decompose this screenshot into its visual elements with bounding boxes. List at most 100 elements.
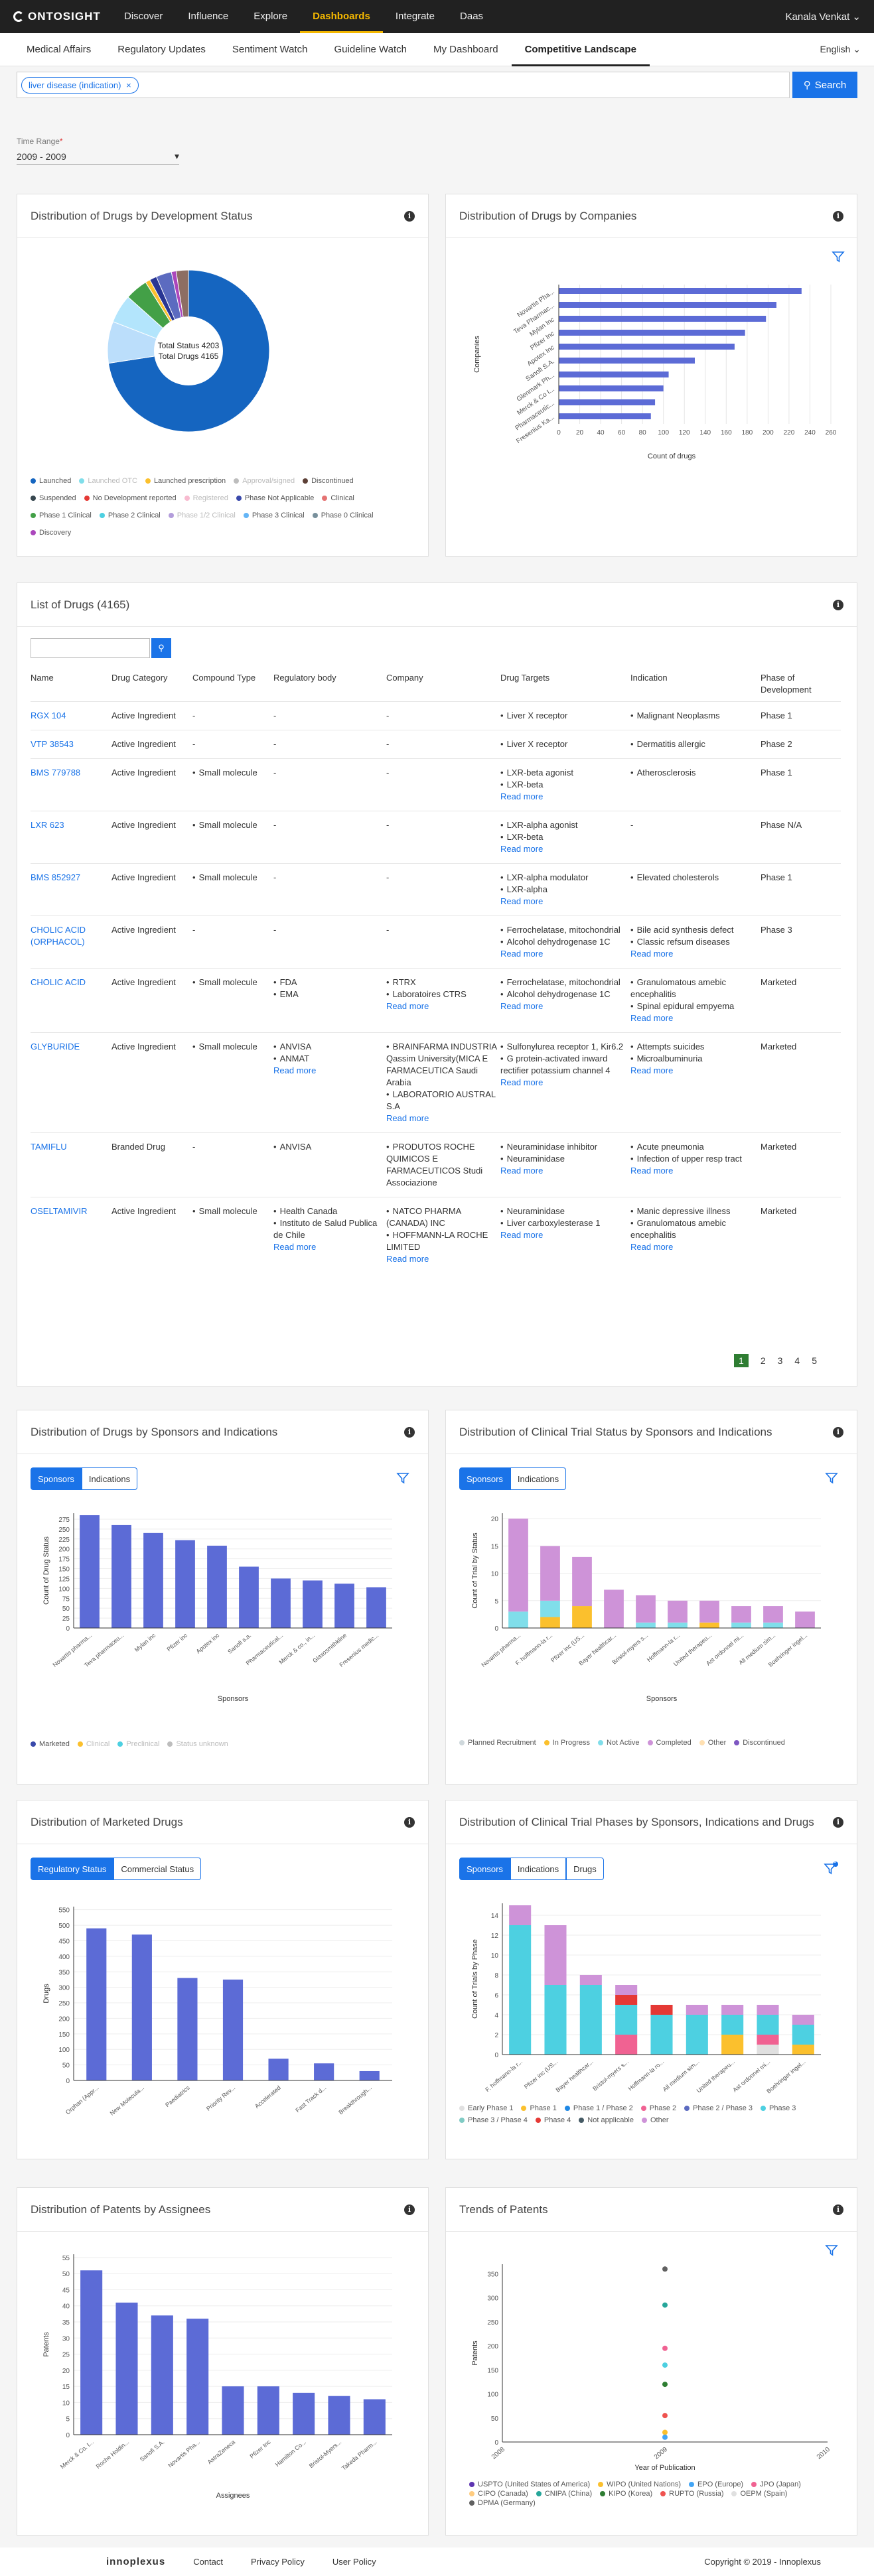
legend-item[interactable]: Completed: [647, 1734, 692, 1751]
bar-segment[interactable]: [731, 1622, 751, 1628]
bar-segment[interactable]: [572, 1556, 592, 1607]
tab-guideline-watch[interactable]: Guideline Watch: [321, 33, 421, 66]
read-more-link[interactable]: Read more: [500, 1077, 630, 1089]
bar-segment[interactable]: [509, 1925, 532, 2055]
bar-segment[interactable]: [615, 1985, 638, 1995]
scatter-point[interactable]: [662, 2429, 668, 2435]
bar[interactable]: [334, 1584, 354, 1628]
tab-indications[interactable]: Indications: [510, 1858, 567, 1880]
bar[interactable]: [559, 413, 651, 419]
bar[interactable]: [257, 2386, 279, 2435]
legend-item[interactable]: Phase Not Applicable: [236, 490, 314, 507]
bar-segment[interactable]: [544, 1925, 567, 1985]
bar[interactable]: [222, 1979, 244, 2080]
bar-segment[interactable]: [509, 1905, 532, 1925]
drug-name-link[interactable]: VTP 38543: [31, 739, 74, 749]
bar[interactable]: [328, 2396, 350, 2435]
legend-item[interactable]: USPTO (United States of America): [469, 2480, 590, 2489]
bar-segment[interactable]: [731, 1606, 751, 1623]
bar[interactable]: [86, 1928, 107, 2080]
legend-item[interactable]: CIPO (Canada): [469, 2489, 528, 2498]
legend-item[interactable]: No Development reported: [84, 490, 177, 507]
bar-segment[interactable]: [792, 2045, 814, 2055]
legend-item[interactable]: Phase 2 / Phase 3: [684, 2102, 753, 2114]
time-range-select[interactable]: 2009 - 2009 ▾: [17, 149, 179, 165]
bar-segment[interactable]: [721, 2035, 744, 2055]
bar[interactable]: [80, 2270, 103, 2435]
tab-indications[interactable]: Indications: [510, 1467, 567, 1490]
footer-link-user-policy[interactable]: User Policy: [332, 2557, 376, 2567]
legend-item[interactable]: Phase 3: [761, 2102, 796, 2114]
page-1[interactable]: 1: [734, 1354, 749, 1367]
bar-segment[interactable]: [650, 2005, 673, 2015]
legend-item[interactable]: RUPTO (Russia): [660, 2489, 723, 2498]
bar-segment[interactable]: [763, 1622, 783, 1628]
bar[interactable]: [222, 2386, 244, 2435]
bar-segment[interactable]: [615, 2035, 638, 2055]
search-chip[interactable]: liver disease (indication) ×: [21, 76, 139, 94]
legend-item[interactable]: Not applicable: [579, 2114, 634, 2126]
read-more-link[interactable]: Read more: [500, 948, 630, 960]
legend-item[interactable]: Phase 2 Clinical: [99, 507, 161, 524]
read-more-link[interactable]: Read more: [630, 1065, 761, 1077]
legend-item[interactable]: Phase 3 / Phase 4: [459, 2114, 528, 2126]
legend-item[interactable]: Registered: [184, 490, 228, 507]
bar[interactable]: [559, 316, 766, 322]
user-menu[interactable]: Kanala Venkat ⌄: [786, 11, 861, 23]
legend-item[interactable]: Phase 0 Clinical: [312, 507, 374, 524]
legend-item[interactable]: Launched: [31, 472, 71, 490]
read-more-link[interactable]: Read more: [630, 948, 761, 960]
bar-segment[interactable]: [792, 2025, 814, 2045]
read-more-link[interactable]: Read more: [500, 1165, 630, 1177]
nav-item-integrate[interactable]: Integrate: [383, 0, 447, 33]
bar-segment[interactable]: [615, 1995, 638, 2005]
ontosight-logo[interactable]: ONTOSIGHT: [13, 10, 111, 23]
tab-my-dashboard[interactable]: My Dashboard: [420, 33, 512, 66]
bar[interactable]: [559, 358, 695, 364]
scatter-point[interactable]: [662, 2434, 668, 2440]
drug-name-link[interactable]: BMS 779788: [31, 768, 80, 778]
legend-item[interactable]: Preclinical: [117, 1735, 159, 1753]
legend-item[interactable]: Planned Recruitment: [459, 1734, 536, 1751]
tab-commercial-status[interactable]: Commercial Status: [113, 1858, 202, 1880]
bar[interactable]: [559, 372, 669, 377]
bar[interactable]: [559, 399, 656, 405]
tab-regulatory-updates[interactable]: Regulatory Updates: [104, 33, 219, 66]
bar-segment[interactable]: [792, 2015, 814, 2025]
read-more-link[interactable]: Read more: [273, 1065, 386, 1077]
page-2[interactable]: 2: [761, 1355, 766, 1366]
read-more-link[interactable]: Read more: [386, 1000, 500, 1012]
tab-drugs[interactable]: Drugs: [566, 1858, 604, 1880]
drug-name-link[interactable]: BMS 852927: [31, 872, 80, 882]
tab-regulatory-status[interactable]: Regulatory Status: [31, 1858, 114, 1880]
nav-item-discover[interactable]: Discover: [111, 0, 175, 33]
bar-segment[interactable]: [636, 1595, 656, 1623]
bar[interactable]: [177, 1978, 198, 2080]
legend-item[interactable]: JPO (Japan): [751, 2480, 801, 2489]
bar-segment[interactable]: [540, 1546, 560, 1601]
tab-indications[interactable]: Indications: [81, 1467, 138, 1490]
legend-item[interactable]: Other: [642, 2114, 669, 2126]
bar[interactable]: [303, 1580, 323, 1628]
info-icon[interactable]: i: [833, 2204, 843, 2215]
bar-segment[interactable]: [604, 1590, 624, 1628]
info-icon[interactable]: i: [833, 210, 843, 222]
bar-segment[interactable]: [540, 1600, 560, 1617]
tab-medical-affairs[interactable]: Medical Affairs: [13, 33, 104, 66]
info-icon[interactable]: i: [404, 1426, 415, 1438]
bar[interactable]: [239, 1566, 259, 1628]
legend-item[interactable]: In Progress: [544, 1734, 590, 1751]
bar-segment[interactable]: [757, 2005, 779, 2015]
legend-item[interactable]: Suspended: [31, 490, 76, 507]
legend-item[interactable]: EPO (Europe): [689, 2480, 743, 2489]
time-range-filter[interactable]: Time Range* 2009 - 2009 ▾: [17, 137, 179, 165]
bar-segment[interactable]: [686, 2015, 708, 2055]
bar[interactable]: [111, 1525, 131, 1628]
read-more-link[interactable]: Read more: [500, 1229, 630, 1241]
bar-segment[interactable]: [615, 2005, 638, 2035]
scatter-point[interactable]: [662, 2413, 668, 2419]
filter-icon[interactable]: [825, 1471, 838, 1487]
bar-segment[interactable]: [579, 1985, 602, 2055]
bar[interactable]: [115, 2302, 138, 2435]
bar[interactable]: [151, 2315, 173, 2435]
